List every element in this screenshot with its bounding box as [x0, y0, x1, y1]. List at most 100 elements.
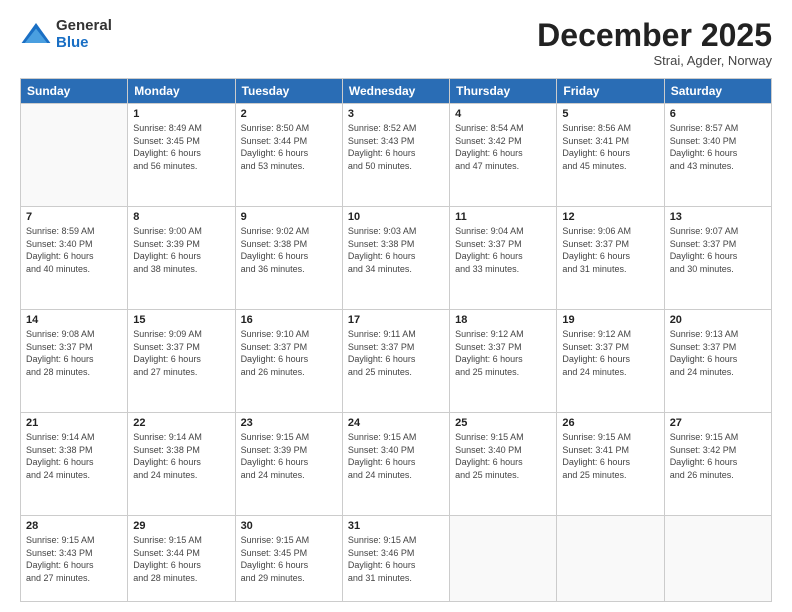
- day-number: 16: [241, 314, 337, 326]
- page: General Blue December 2025 Strai, Agder,…: [0, 0, 792, 612]
- day-number: 20: [670, 314, 766, 326]
- logo-blue: Blue: [56, 35, 112, 52]
- day-info: Sunrise: 9:15 AMSunset: 3:40 PMDaylight:…: [455, 431, 551, 481]
- week-row: 14 Sunrise: 9:08 AMSunset: 3:37 PMDayligh…: [21, 310, 772, 413]
- weekday-header: Saturday: [664, 79, 771, 104]
- day-info: Sunrise: 9:04 AMSunset: 3:37 PMDaylight:…: [455, 225, 551, 275]
- weekday-header-row: SundayMondayTuesdayWednesdayThursdayFrid…: [21, 79, 772, 104]
- title-section: December 2025 Strai, Agder, Norway: [537, 18, 772, 68]
- weekday-header: Wednesday: [342, 79, 449, 104]
- day-info: Sunrise: 8:56 AMSunset: 3:41 PMDaylight:…: [562, 122, 658, 172]
- day-cell: 5 Sunrise: 8:56 AMSunset: 3:41 PMDaylight…: [557, 104, 664, 207]
- day-info: Sunrise: 9:14 AMSunset: 3:38 PMDaylight:…: [26, 431, 122, 481]
- calendar: SundayMondayTuesdayWednesdayThursdayFrid…: [20, 78, 772, 602]
- weekday-header: Friday: [557, 79, 664, 104]
- day-number: 6: [670, 108, 766, 120]
- day-info: Sunrise: 9:14 AMSunset: 3:38 PMDaylight:…: [133, 431, 229, 481]
- day-number: 11: [455, 211, 551, 223]
- day-number: 7: [26, 211, 122, 223]
- weekday-header: Tuesday: [235, 79, 342, 104]
- day-info: Sunrise: 8:49 AMSunset: 3:45 PMDaylight:…: [133, 122, 229, 172]
- header: General Blue December 2025 Strai, Agder,…: [20, 18, 772, 68]
- day-info: Sunrise: 9:15 AMSunset: 3:43 PMDaylight:…: [26, 534, 122, 584]
- day-cell: 12Sunrise: 9:06 AMSunset: 3:37 PMDayligh…: [557, 207, 664, 310]
- day-cell: 6 Sunrise: 8:57 AMSunset: 3:40 PMDaylight…: [664, 104, 771, 207]
- day-info: Sunrise: 9:15 AMSunset: 3:44 PMDaylight:…: [133, 534, 229, 584]
- weekday-header: Monday: [128, 79, 235, 104]
- logo: General Blue: [20, 18, 112, 51]
- logo-general: General: [56, 18, 112, 35]
- month-title: December 2025: [537, 18, 772, 53]
- day-cell: 30Sunrise: 9:15 AMSunset: 3:45 PMDayligh…: [235, 516, 342, 602]
- day-cell: 22Sunrise: 9:14 AMSunset: 3:38 PMDayligh…: [128, 413, 235, 516]
- week-row: 1 Sunrise: 8:49 AMSunset: 3:45 PMDaylight…: [21, 104, 772, 207]
- week-row: 28Sunrise: 9:15 AMSunset: 3:43 PMDayligh…: [21, 516, 772, 602]
- day-number: 4: [455, 108, 551, 120]
- day-cell: 11 Sunrise: 9:04 AMSunset: 3:37 PMDayligh…: [450, 207, 557, 310]
- day-info: Sunrise: 9:03 AMSunset: 3:38 PMDaylight:…: [348, 225, 444, 275]
- weekday-header: Thursday: [450, 79, 557, 104]
- day-info: Sunrise: 9:08 AMSunset: 3:37 PMDaylight:…: [26, 328, 122, 378]
- logo-text: General Blue: [56, 18, 112, 51]
- day-number: 10: [348, 211, 444, 223]
- day-cell: 24Sunrise: 9:15 AMSunset: 3:40 PMDayligh…: [342, 413, 449, 516]
- day-info: Sunrise: 9:15 AMSunset: 3:40 PMDaylight:…: [348, 431, 444, 481]
- day-info: Sunrise: 9:11 AMSunset: 3:37 PMDaylight:…: [348, 328, 444, 378]
- location: Strai, Agder, Norway: [537, 53, 772, 68]
- day-number: 3: [348, 108, 444, 120]
- day-info: Sunrise: 9:15 AMSunset: 3:46 PMDaylight:…: [348, 534, 444, 584]
- day-cell: 2Sunrise: 8:50 AMSunset: 3:44 PMDaylight…: [235, 104, 342, 207]
- day-info: Sunrise: 8:59 AMSunset: 3:40 PMDaylight:…: [26, 225, 122, 275]
- day-info: Sunrise: 9:00 AMSunset: 3:39 PMDaylight:…: [133, 225, 229, 275]
- day-cell: 4Sunrise: 8:54 AMSunset: 3:42 PMDaylight…: [450, 104, 557, 207]
- day-info: Sunrise: 9:12 AMSunset: 3:37 PMDaylight:…: [562, 328, 658, 378]
- day-cell: 9Sunrise: 9:02 AMSunset: 3:38 PMDaylight…: [235, 207, 342, 310]
- day-cell: 29 Sunrise: 9:15 AMSunset: 3:44 PMDayligh…: [128, 516, 235, 602]
- day-number: 27: [670, 417, 766, 429]
- day-info: Sunrise: 8:57 AMSunset: 3:40 PMDaylight:…: [670, 122, 766, 172]
- day-info: Sunrise: 8:52 AMSunset: 3:43 PMDaylight:…: [348, 122, 444, 172]
- day-cell: 16 Sunrise: 9:10 AMSunset: 3:37 PMDayligh…: [235, 310, 342, 413]
- day-cell: 8 Sunrise: 9:00 AMSunset: 3:39 PMDaylight…: [128, 207, 235, 310]
- day-info: Sunrise: 9:12 AMSunset: 3:37 PMDaylight:…: [455, 328, 551, 378]
- day-cell: 7 Sunrise: 8:59 AMSunset: 3:40 PMDaylight…: [21, 207, 128, 310]
- day-number: 26: [562, 417, 658, 429]
- day-cell: 20Sunrise: 9:13 AMSunset: 3:37 PMDayligh…: [664, 310, 771, 413]
- day-number: 15: [133, 314, 229, 326]
- day-cell: [664, 516, 771, 602]
- day-number: 9: [241, 211, 337, 223]
- day-number: 21: [26, 417, 122, 429]
- day-info: Sunrise: 9:15 AMSunset: 3:39 PMDaylight:…: [241, 431, 337, 481]
- day-number: 14: [26, 314, 122, 326]
- day-cell: [21, 104, 128, 207]
- day-cell: 21 Sunrise: 9:14 AMSunset: 3:38 PMDayligh…: [21, 413, 128, 516]
- day-cell: 1 Sunrise: 8:49 AMSunset: 3:45 PMDaylight…: [128, 104, 235, 207]
- day-cell: 31 Sunrise: 9:15 AMSunset: 3:46 PMDayligh…: [342, 516, 449, 602]
- logo-icon: [20, 19, 52, 51]
- day-info: Sunrise: 9:15 AMSunset: 3:45 PMDaylight:…: [241, 534, 337, 584]
- day-number: 31: [348, 520, 444, 532]
- weekday-header: Sunday: [21, 79, 128, 104]
- day-info: Sunrise: 8:50 AMSunset: 3:44 PMDaylight:…: [241, 122, 337, 172]
- day-cell: 13 Sunrise: 9:07 AMSunset: 3:37 PMDayligh…: [664, 207, 771, 310]
- day-cell: 25Sunrise: 9:15 AMSunset: 3:40 PMDayligh…: [450, 413, 557, 516]
- day-number: 8: [133, 211, 229, 223]
- day-cell: 14 Sunrise: 9:08 AMSunset: 3:37 PMDayligh…: [21, 310, 128, 413]
- day-cell: 3 Sunrise: 8:52 AMSunset: 3:43 PMDaylight…: [342, 104, 449, 207]
- day-cell: 18 Sunrise: 9:12 AMSunset: 3:37 PMDayligh…: [450, 310, 557, 413]
- day-number: 18: [455, 314, 551, 326]
- week-row: 7 Sunrise: 8:59 AMSunset: 3:40 PMDaylight…: [21, 207, 772, 310]
- day-cell: 15Sunrise: 9:09 AMSunset: 3:37 PMDayligh…: [128, 310, 235, 413]
- day-cell: 26Sunrise: 9:15 AMSunset: 3:41 PMDayligh…: [557, 413, 664, 516]
- day-number: 29: [133, 520, 229, 532]
- day-number: 1: [133, 108, 229, 120]
- day-number: 17: [348, 314, 444, 326]
- day-cell: [450, 516, 557, 602]
- day-info: Sunrise: 9:10 AMSunset: 3:37 PMDaylight:…: [241, 328, 337, 378]
- day-info: Sunrise: 9:07 AMSunset: 3:37 PMDaylight:…: [670, 225, 766, 275]
- day-info: Sunrise: 9:06 AMSunset: 3:37 PMDaylight:…: [562, 225, 658, 275]
- day-cell: 27Sunrise: 9:15 AMSunset: 3:42 PMDayligh…: [664, 413, 771, 516]
- day-number: 13: [670, 211, 766, 223]
- day-number: 5: [562, 108, 658, 120]
- day-number: 23: [241, 417, 337, 429]
